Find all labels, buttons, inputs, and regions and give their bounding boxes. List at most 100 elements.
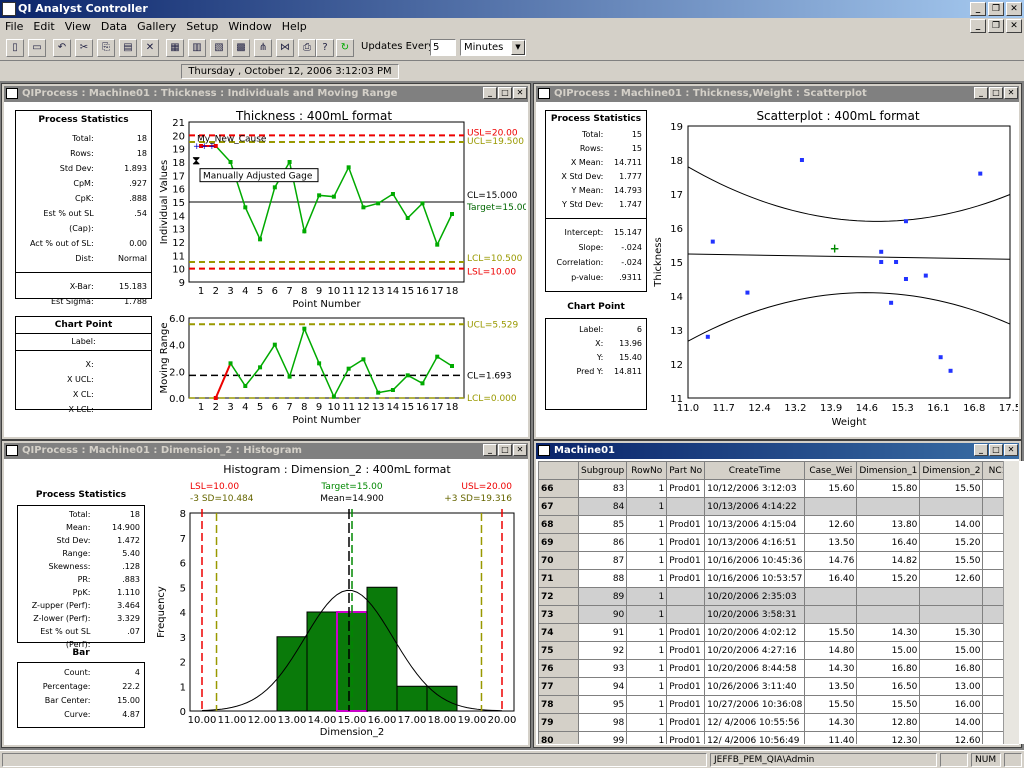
delete-icon[interactable]: ✕ xyxy=(141,39,159,57)
chevron-down-icon[interactable]: ▼ xyxy=(511,40,525,55)
column-header[interactable]: Part No xyxy=(666,461,706,480)
table-row[interactable]: 77 94 1 Prod01 10/26/2006 3:11:40 13.50 16.50 1… xyxy=(538,677,1014,696)
menu-data[interactable]: Data xyxy=(96,18,132,35)
row-header[interactable]: 75 xyxy=(538,641,579,660)
table-cell[interactable]: 83 xyxy=(577,479,628,498)
table-cell[interactable]: 15.60 xyxy=(804,479,858,498)
table-minimize-button[interactable]: _ xyxy=(974,444,988,456)
table-cell[interactable] xyxy=(856,587,921,606)
table-cell[interactable]: Prod01 xyxy=(666,677,706,696)
scatter-close-button[interactable]: ✕ xyxy=(1004,87,1018,99)
mdi-minimize-button[interactable]: _ xyxy=(970,19,986,33)
table-row[interactable]: 69 86 1 Prod01 10/13/2006 4:16:51 13.50 16.40 1… xyxy=(538,533,1014,552)
table-cell[interactable]: 10/16/2006 10:53:57 xyxy=(704,569,806,588)
app-restore-button[interactable]: ❐ xyxy=(988,2,1004,16)
table-cell[interactable]: 16.40 xyxy=(804,569,858,588)
table-cell[interactable]: 12.30 xyxy=(856,731,921,744)
table-cell[interactable]: 12/ 4/2006 10:55:56 xyxy=(704,713,806,732)
row-header[interactable]: 77 xyxy=(538,677,579,696)
table-cell[interactable]: 95 xyxy=(577,695,628,714)
table-close-button[interactable]: ✕ xyxy=(1004,444,1018,456)
table-cell[interactable]: 1 xyxy=(626,605,668,624)
row-header[interactable]: 70 xyxy=(538,551,579,570)
table-cell[interactable]: 10/12/2006 3:12:03 xyxy=(704,479,806,498)
table-row[interactable]: 67 84 1 10/13/2006 4:14:22 xyxy=(538,497,1014,516)
table-cell[interactable]: Prod01 xyxy=(666,569,706,588)
table-cell[interactable] xyxy=(856,497,921,516)
table-cell[interactable]: 1 xyxy=(626,623,668,642)
table-cell[interactable]: 15.80 xyxy=(856,479,921,498)
table-cell[interactable]: 87 xyxy=(577,551,628,570)
chart-link-icon[interactable]: ⋈ xyxy=(276,39,294,57)
table-cell[interactable]: 84 xyxy=(577,497,628,516)
table-cell[interactable] xyxy=(666,587,706,606)
table-cell[interactable]: 1 xyxy=(626,713,668,732)
table-cell[interactable]: Prod01 xyxy=(666,551,706,570)
updates-interval-input[interactable]: 5 xyxy=(430,39,456,56)
table-cell[interactable]: 91 xyxy=(577,623,628,642)
table-cell[interactable]: 15.00 xyxy=(856,641,921,660)
table-cell[interactable]: 10/26/2006 3:11:40 xyxy=(704,677,806,696)
table-cell[interactable]: Prod01 xyxy=(666,695,706,714)
table-cell[interactable]: 11.40 xyxy=(804,731,858,744)
table-cell[interactable]: 89 xyxy=(577,587,628,606)
table-cell[interactable]: 13.80 xyxy=(856,515,921,534)
table-cell[interactable]: 85 xyxy=(577,515,628,534)
imr-maximize-button[interactable]: □ xyxy=(498,87,512,99)
table-cell[interactable]: 16.80 xyxy=(856,659,921,678)
table-cell[interactable]: 13.50 xyxy=(804,677,858,696)
updates-unit-select[interactable]: Minutes ▼ xyxy=(460,39,526,56)
row-header[interactable]: 68 xyxy=(538,515,579,534)
table-cell[interactable]: 10/20/2006 8:44:58 xyxy=(704,659,806,678)
table-cell[interactable]: 90 xyxy=(577,605,628,624)
table-cell[interactable]: 12/ 4/2006 10:56:49 xyxy=(704,731,806,744)
table-cell[interactable]: 15.20 xyxy=(919,533,984,552)
table-cell[interactable]: 14.30 xyxy=(804,659,858,678)
row-header[interactable]: 72 xyxy=(538,587,579,606)
table-cell[interactable]: 14.82 xyxy=(856,551,921,570)
table-cell[interactable]: 14.80 xyxy=(804,641,858,660)
table-row[interactable]: 75 92 1 Prod01 10/20/2006 4:27:16 14.80 15.00 1… xyxy=(538,641,1014,660)
column-header[interactable]: CreateTime xyxy=(704,461,806,480)
table-cell[interactable]: 1 xyxy=(626,695,668,714)
column-header[interactable]: Subgroup xyxy=(577,461,628,480)
table-cell[interactable]: 15.50 xyxy=(919,479,984,498)
histogram-close-button[interactable]: ✕ xyxy=(513,444,527,456)
table-cell[interactable]: 86 xyxy=(577,533,628,552)
row-header[interactable]: 74 xyxy=(538,623,579,642)
table-cell[interactable]: 1 xyxy=(626,551,668,570)
row-header[interactable]: 76 xyxy=(538,659,579,678)
histogram-window-titlebar[interactable]: QIProcess : Machine01 : Dimension_2 : Hi… xyxy=(4,443,528,459)
table-cell[interactable] xyxy=(919,587,984,606)
table-cell[interactable]: 14.00 xyxy=(919,515,984,534)
table-cell[interactable]: 1 xyxy=(626,659,668,678)
table-cell[interactable]: 10/13/2006 4:14:22 xyxy=(704,497,806,516)
imr-close-button[interactable]: ✕ xyxy=(513,87,527,99)
table-cell[interactable]: 14.00 xyxy=(919,713,984,732)
copy-icon[interactable]: ⎘ xyxy=(97,39,115,57)
table-cell[interactable]: 16.80 xyxy=(919,659,984,678)
table-row[interactable]: 66 83 1 Prod01 10/12/2006 3:12:03 15.60 15.80 1… xyxy=(538,479,1014,498)
table-cell[interactable]: 10/16/2006 10:45:36 xyxy=(704,551,806,570)
menu-window[interactable]: Window xyxy=(223,18,276,35)
table-cell[interactable]: 15.30 xyxy=(919,623,984,642)
scatter-minimize-button[interactable]: _ xyxy=(974,87,988,99)
chart-open-icon[interactable]: ▥ xyxy=(188,39,206,57)
table-window-titlebar[interactable]: Machine01 _ □ ✕ xyxy=(536,443,1019,459)
table-cell[interactable]: 15.20 xyxy=(856,569,921,588)
table-row[interactable]: 78 95 1 Prod01 10/27/2006 10:36:08 15.50 15.50… xyxy=(538,695,1014,714)
histogram-minimize-button[interactable]: _ xyxy=(483,444,497,456)
table-cell[interactable] xyxy=(919,497,984,516)
row-header[interactable]: 67 xyxy=(538,497,579,516)
table-cell[interactable]: Prod01 xyxy=(666,533,706,552)
menu-help[interactable]: Help xyxy=(277,18,312,35)
table-cell[interactable]: 15.50 xyxy=(919,551,984,570)
table-cell[interactable]: 15.50 xyxy=(804,623,858,642)
menu-gallery[interactable]: Gallery xyxy=(132,18,181,35)
table-row[interactable]: 72 89 1 10/20/2006 2:35:03 xyxy=(538,587,1014,606)
table-row[interactable]: 70 87 1 Prod01 10/16/2006 10:45:36 14.76 14.82… xyxy=(538,551,1014,570)
table-cell[interactable]: 10/13/2006 4:15:04 xyxy=(704,515,806,534)
table-cell[interactable]: 88 xyxy=(577,569,628,588)
table-cell[interactable]: 13.50 xyxy=(804,533,858,552)
column-header[interactable]: RowNo xyxy=(626,461,668,480)
